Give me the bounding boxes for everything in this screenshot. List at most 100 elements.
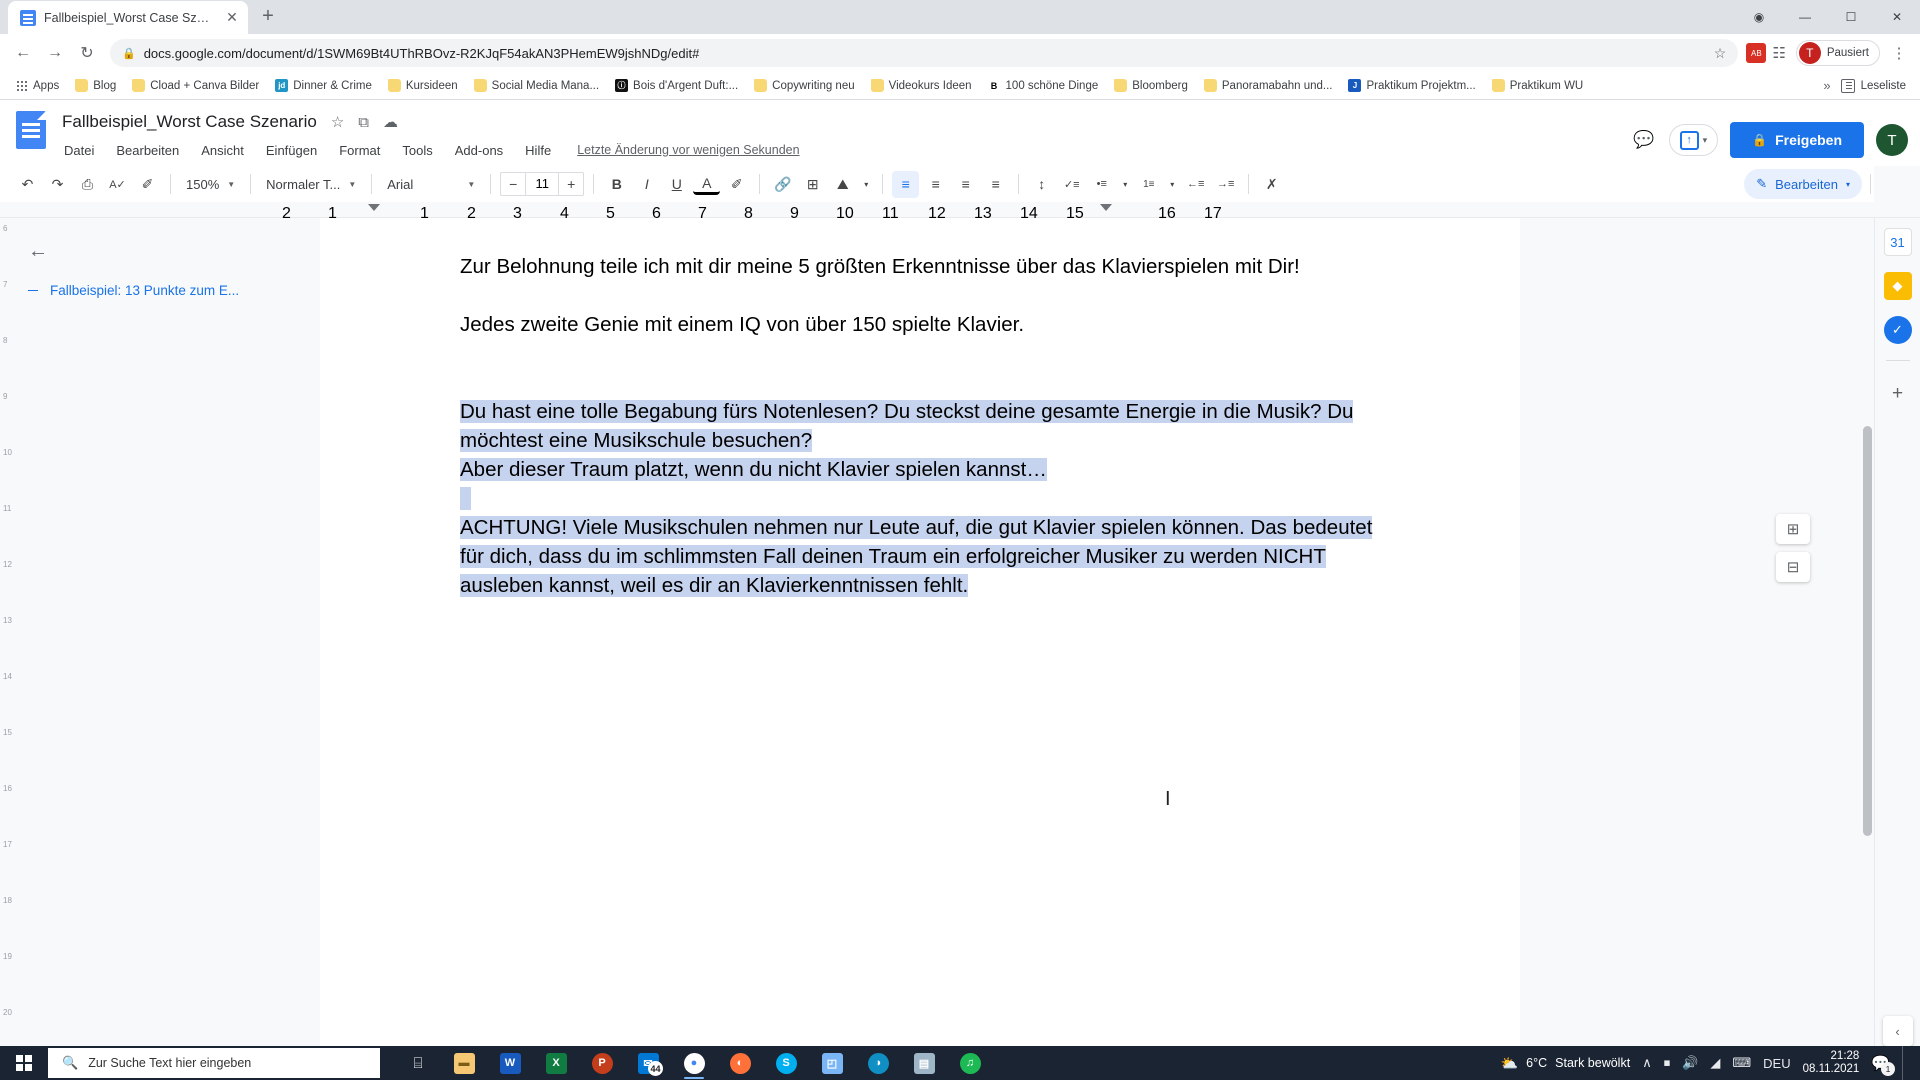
show-desktop-button[interactable] — [1902, 1046, 1910, 1080]
clear-formatting-button[interactable]: ✗ — [1258, 171, 1285, 198]
right-margin-handle[interactable] — [1100, 204, 1112, 211]
share-button[interactable]: 🔒 Freigeben — [1730, 122, 1864, 158]
show-hidden-icons-chevron[interactable]: ∧ — [1642, 1055, 1652, 1071]
document-title[interactable]: Fallbeispiel_Worst Case Szenario — [62, 112, 317, 132]
insert-link-button[interactable]: 🔗 — [769, 171, 796, 198]
google-calendar-icon[interactable]: 31 — [1883, 228, 1912, 256]
bulleted-list-button[interactable]: •≡ — [1088, 171, 1115, 198]
forward-icon[interactable]: → — [40, 38, 70, 68]
move-to-folder-icon[interactable]: ⧉ — [358, 114, 369, 131]
get-addons-icon[interactable]: + — [1892, 383, 1903, 405]
paragraph-selected[interactable]: Du hast eine tolle Begabung fürs Notenle… — [460, 397, 1400, 455]
numbered-list-button[interactable]: 1≡ — [1135, 171, 1162, 198]
bookmark-item[interactable]: Praktikum WU — [1485, 76, 1590, 95]
bookmark-item[interactable]: J Praktikum Projektm... — [1341, 76, 1482, 95]
google-keep-icon[interactable]: ◆ — [1883, 272, 1912, 300]
decrease-indent-button[interactable]: ←≡ — [1182, 171, 1209, 198]
paint-format-button[interactable]: ✐ — [134, 171, 161, 198]
italic-button[interactable]: I — [633, 171, 660, 198]
align-right-button[interactable]: ≡ — [952, 171, 979, 198]
browser-tab[interactable]: Fallbeispiel_Worst Case Szenario ✕ — [8, 1, 248, 34]
chevron-down-icon[interactable]: ▾ — [1165, 171, 1179, 198]
adblock-extension-icon[interactable]: AB — [1746, 43, 1767, 63]
bookmark-item[interactable]: Cload + Canva Bilder — [125, 76, 266, 95]
bookmark-item[interactable]: Copywriting neu — [747, 76, 861, 95]
font-family-select[interactable]: Arial ▼ — [381, 171, 481, 197]
bookmark-item[interactable]: jd Dinner & Crime — [268, 76, 379, 95]
menu-bearbeiten[interactable]: Bearbeiten — [114, 141, 181, 160]
star-icon[interactable]: ☆ — [331, 113, 344, 131]
underline-button[interactable]: U — [663, 171, 690, 198]
menu-ansicht[interactable]: Ansicht — [199, 141, 246, 160]
network-icon[interactable]: ◢ — [1710, 1055, 1720, 1071]
suggest-edit-icon[interactable]: ⊟ — [1776, 552, 1810, 582]
add-comment-button[interactable]: ⊞ — [799, 171, 826, 198]
google-docs-icon[interactable] — [12, 111, 52, 151]
font-size-decrease[interactable]: − — [501, 176, 525, 192]
task-view-button[interactable]: ⌸ — [398, 1046, 438, 1080]
close-tab-icon[interactable]: ✕ — [224, 9, 240, 26]
cloud-saved-icon[interactable]: ☁ — [383, 113, 398, 131]
align-left-button[interactable]: ≡ — [892, 170, 920, 198]
save-status-label[interactable]: Letzte Änderung vor wenigen Sekunden — [577, 143, 799, 157]
bold-button[interactable]: B — [603, 171, 630, 198]
taskbar-app-powerpoint[interactable]: P — [582, 1046, 622, 1080]
bookmark-item[interactable]: Kursideen — [381, 76, 465, 95]
taskbar-app-photos[interactable]: ◰ — [812, 1046, 852, 1080]
paragraph-selected[interactable]: ACHTUNG! Viele Musikschulen nehmen nur L… — [460, 513, 1400, 600]
start-button[interactable] — [0, 1046, 48, 1080]
upload-button[interactable]: ↑ ▾ — [1668, 124, 1719, 156]
taskbar-app-skype[interactable]: S — [766, 1046, 806, 1080]
add-comment-icon[interactable]: ⊞ — [1776, 514, 1810, 544]
menu-datei[interactable]: Datei — [62, 141, 96, 160]
bookmark-item[interactable]: B 100 schöne Dinge — [981, 76, 1106, 95]
font-size-increase[interactable]: + — [559, 176, 583, 192]
redo-button[interactable]: ↷ — [44, 171, 71, 198]
print-button[interactable]: ⎙ — [74, 171, 101, 198]
google-tasks-icon[interactable]: ✓ — [1883, 316, 1912, 344]
menu-hilfe[interactable]: Hilfe — [523, 141, 553, 160]
bookmark-item[interactable]: Social Media Mana... — [467, 76, 606, 95]
account-avatar[interactable]: T — [1876, 124, 1908, 156]
scrollbar-thumb[interactable] — [1863, 426, 1872, 836]
horizontal-ruler[interactable]: 2 1 1 2 3 4 5 6 7 8 9 10 11 12 13 14 15 … — [0, 202, 1920, 222]
insert-image-button[interactable]: ⛰ — [829, 171, 856, 198]
undo-button[interactable]: ↶ — [14, 171, 41, 198]
taskbar-app-file-explorer[interactable]: ▬ — [444, 1046, 484, 1080]
address-bar[interactable]: 🔒 docs.google.com/document/d/1SWM69Bt4UT… — [110, 39, 1739, 67]
volume-icon[interactable]: 🔊 — [1682, 1055, 1698, 1071]
maximize-button[interactable]: ☐ — [1828, 0, 1874, 34]
bookmark-item[interactable]: Blog — [68, 76, 123, 95]
editing-mode-button[interactable]: ✎ Bearbeiten ▾ — [1744, 169, 1862, 199]
expand-panel-icon[interactable]: ‹ — [1882, 1016, 1913, 1046]
taskbar-app-edge[interactable]: ◑ — [858, 1046, 898, 1080]
vertical-scrollbar[interactable] — [1863, 218, 1874, 1062]
bookmark-item[interactable]: Videokurs Ideen — [864, 76, 979, 95]
font-size-value[interactable]: 11 — [525, 173, 560, 195]
menu-einfuegen[interactable]: Einfügen — [264, 141, 319, 160]
paragraph-selected[interactable]: Aber dieser Traum platzt, wenn du nicht … — [460, 455, 1400, 484]
browser-settings-icon[interactable]: ◉ — [1736, 0, 1782, 34]
extensions-puzzle-icon[interactable]: ☷ — [1772, 44, 1785, 62]
taskbar-app-spotify[interactable]: ♫ — [950, 1046, 990, 1080]
hide-outline-button[interactable]: ← — [28, 240, 302, 263]
paragraph[interactable]: Zur Belohnung teile ich mit dir meine 5 … — [460, 252, 1400, 281]
chevron-down-icon[interactable]: ▾ — [859, 171, 873, 198]
taskbar-app-chrome[interactable]: ● — [674, 1046, 714, 1080]
taskbar-app-mail[interactable]: ✉ 44 — [628, 1046, 668, 1080]
minimize-button[interactable]: — — [1782, 0, 1828, 34]
browser-menu-icon[interactable]: ⋮ — [1886, 38, 1912, 68]
paragraph-style-select[interactable]: Normaler T... ▼ — [260, 171, 362, 197]
font-size-stepper[interactable]: − 11 + — [500, 172, 585, 196]
profile-button[interactable]: T Pausiert — [1795, 40, 1880, 66]
align-center-button[interactable]: ≡ — [922, 171, 949, 198]
line-spacing-button[interactable]: ↕ — [1028, 171, 1055, 198]
menu-tools[interactable]: Tools — [400, 141, 434, 160]
taskbar-app-explorer2[interactable]: ▤ — [904, 1046, 944, 1080]
bookmark-star-icon[interactable]: ☆ — [1714, 45, 1727, 62]
language-indicator[interactable]: DEU — [1763, 1056, 1790, 1071]
document-page[interactable]: Zur Belohnung teile ich mit dir meine 5 … — [320, 218, 1520, 1062]
close-window-button[interactable]: ✕ — [1874, 0, 1920, 34]
back-icon[interactable]: ← — [8, 38, 38, 68]
new-tab-button[interactable]: + — [254, 3, 282, 31]
